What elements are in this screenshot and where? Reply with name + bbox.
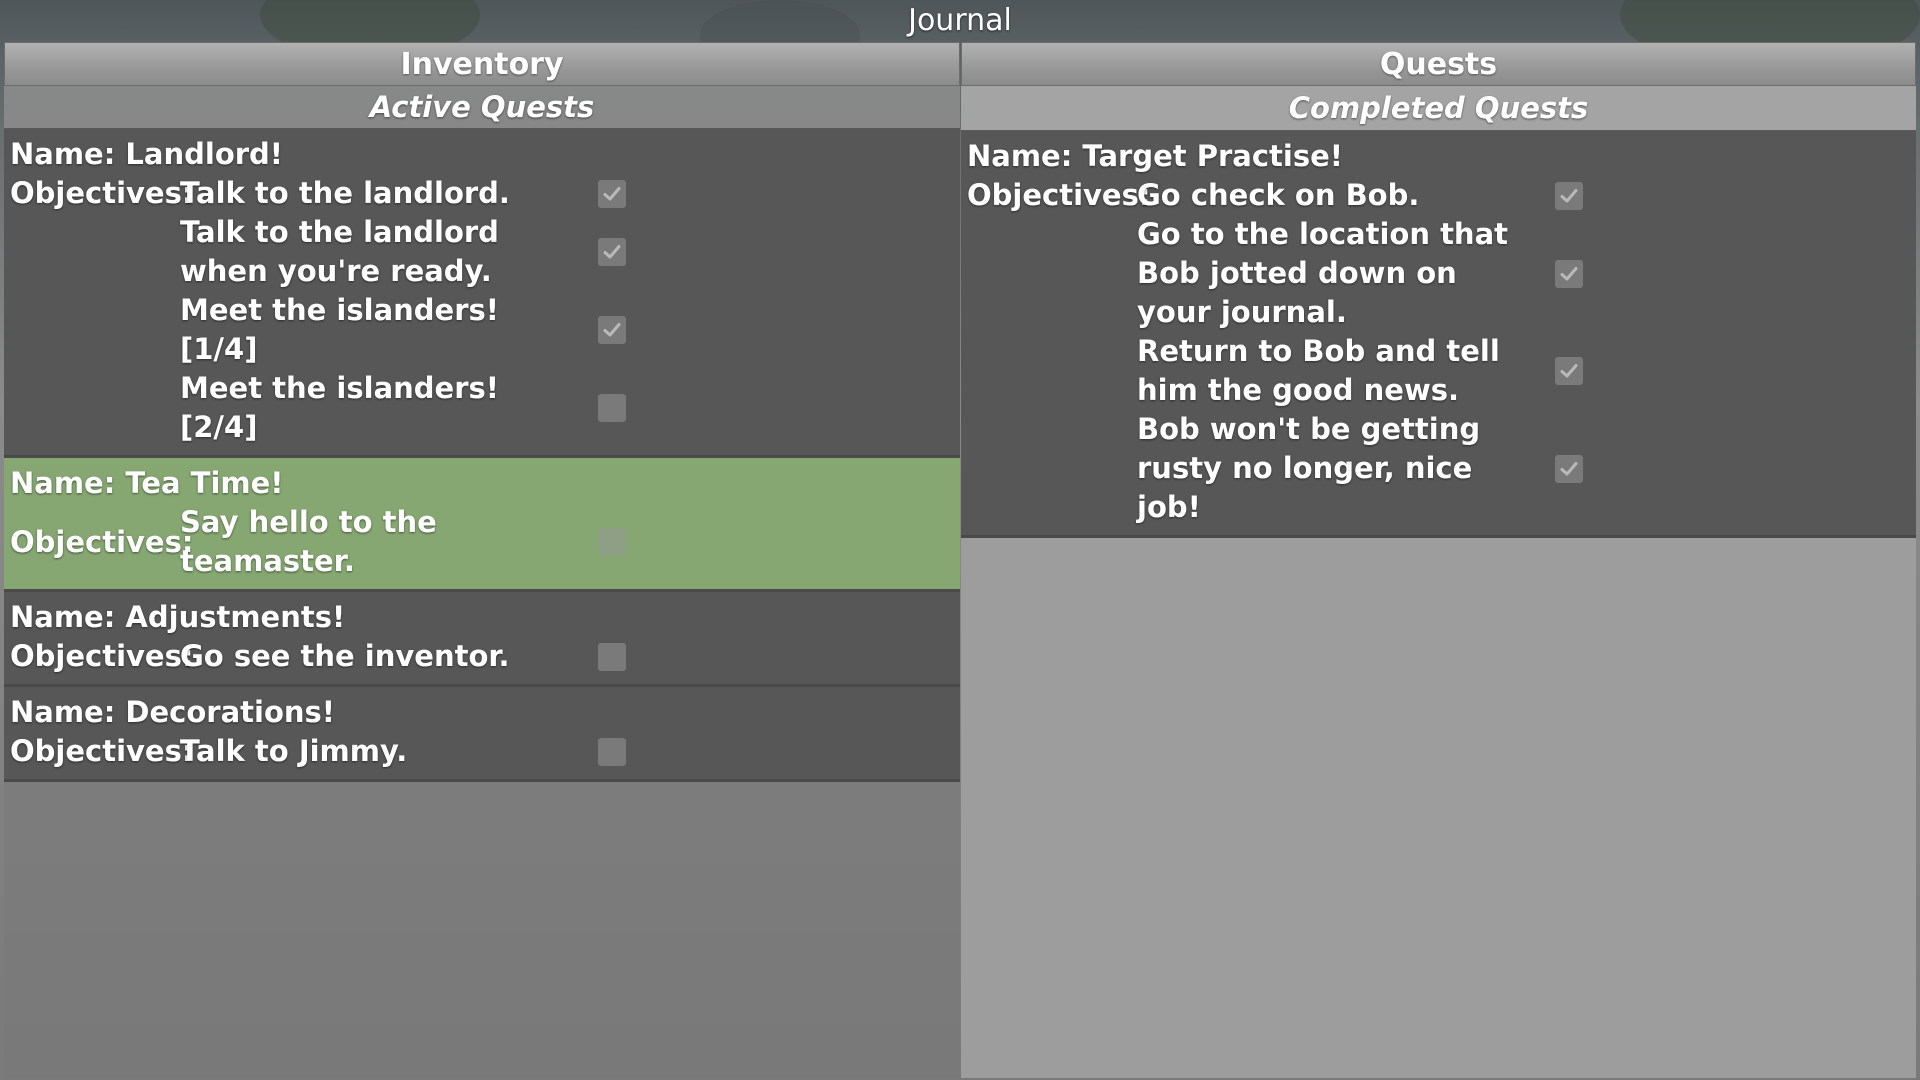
objective-checkbox (1555, 357, 1583, 385)
objective-checkbox (1555, 454, 1583, 483)
quest-name: Name: Target Practise! (967, 139, 1343, 173)
completed-quests-panel: Completed Quests Name: Target Practise! … (961, 86, 1916, 1078)
quest-objectives: Objectives: Go check on Bob. Go to the l… (967, 176, 1910, 527)
objective-text: Go to the location that Bob jotted down … (1137, 217, 1509, 329)
objective-row: Objectives: Say hello to the teamaster. (10, 503, 954, 581)
quest-name: Name: Adjustments! (10, 600, 346, 634)
objective-checkbox (598, 316, 626, 344)
quest-name: Name: Tea Time! (10, 466, 284, 500)
tab-quests[interactable]: Quests (961, 42, 1916, 86)
tab-inventory[interactable]: Inventory (4, 42, 960, 86)
quest-card[interactable]: Name: Tea Time! Objectives: Say hello to… (4, 458, 960, 592)
quest-name: Name: Landlord! (10, 137, 284, 171)
quest-card[interactable]: Name: Decorations! Objectives: Talk to J… (4, 687, 960, 782)
objective-text: Talk to the landlord. (180, 176, 510, 210)
objective-checkbox (598, 394, 626, 422)
objective-checkbox (598, 179, 626, 208)
quest-card[interactable]: Name: Landlord! Objectives: Talk to the … (4, 129, 960, 458)
objective-text: Meet the islanders! [2/4] (180, 371, 499, 444)
objective-text: Say hello to the teamaster. (180, 505, 437, 578)
objective-row: Objectives: Talk to Jimmy. (10, 732, 954, 771)
active-quests-panel: Active Quests Name: Landlord! Objectives… (4, 86, 960, 1078)
objectives-label: Objectives: (10, 734, 194, 768)
check-icon (603, 186, 621, 200)
objective-text: Go see the inventor. (180, 639, 510, 673)
objectives-label: Objectives: (10, 639, 194, 673)
objective-row: Meet the islanders! [2/4] (10, 369, 954, 447)
quest-objectives: Objectives: Talk to the landlord. Talk t… (10, 174, 954, 447)
objective-text: Return to Bob and tell him the good news… (1137, 334, 1500, 407)
objectives-label: Objectives: (967, 178, 1151, 212)
objective-text: Talk to Jimmy. (180, 734, 408, 768)
objective-row: Return to Bob and tell him the good news… (967, 332, 1910, 410)
journal-title: Journal (908, 3, 1012, 38)
objective-checkbox (598, 528, 626, 556)
objective-text: Talk to the landlord when you're ready. (180, 215, 499, 288)
objective-checkbox (598, 238, 626, 266)
quest-objectives: Objectives: Talk to Jimmy. (10, 732, 954, 771)
objective-text: Bob won't be getting rusty no longer, ni… (1137, 412, 1481, 524)
objective-row: Bob won't be getting rusty no longer, ni… (967, 410, 1910, 527)
objective-row: Talk to the landlord when you're ready. (10, 213, 954, 291)
quest-card[interactable]: Name: Adjustments! Objectives: Go see th… (4, 592, 960, 687)
objective-text: Meet the islanders! [1/4] (180, 293, 499, 366)
check-icon (603, 323, 621, 337)
check-icon (1560, 188, 1578, 202)
objective-checkbox (598, 642, 626, 671)
objective-row: Go to the location that Bob jotted down … (967, 215, 1910, 332)
quest-objectives: Objectives: Go see the inventor. (10, 637, 954, 676)
quest-objectives: Objectives: Say hello to the teamaster. (10, 503, 954, 581)
active-quests-header: Active Quests (4, 86, 960, 129)
objective-checkbox (1555, 181, 1583, 210)
check-icon (1560, 461, 1578, 475)
quest-name: Name: Decorations! (10, 695, 336, 729)
check-icon (1560, 364, 1578, 378)
completed-quests-header: Completed Quests (961, 86, 1916, 131)
objectives-label: Objectives: (10, 524, 194, 559)
quest-card[interactable]: Name: Target Practise! Objectives: Go ch… (961, 131, 1916, 538)
objective-row: Objectives: Talk to the landlord. (10, 174, 954, 213)
objective-row: Objectives: Go see the inventor. (10, 637, 954, 676)
objective-text: Go check on Bob. (1137, 178, 1420, 212)
objective-checkbox (598, 737, 626, 766)
check-icon (603, 245, 621, 259)
objectives-label: Objectives: (10, 176, 194, 210)
check-icon (1560, 266, 1578, 280)
active-quests-list: Name: Landlord! Objectives: Talk to the … (4, 129, 960, 782)
objective-checkbox (1555, 259, 1583, 288)
completed-quests-list: Name: Target Practise! Objectives: Go ch… (961, 131, 1916, 538)
objective-row: Objectives: Go check on Bob. (967, 176, 1910, 215)
objective-row: Meet the islanders! [1/4] (10, 291, 954, 369)
